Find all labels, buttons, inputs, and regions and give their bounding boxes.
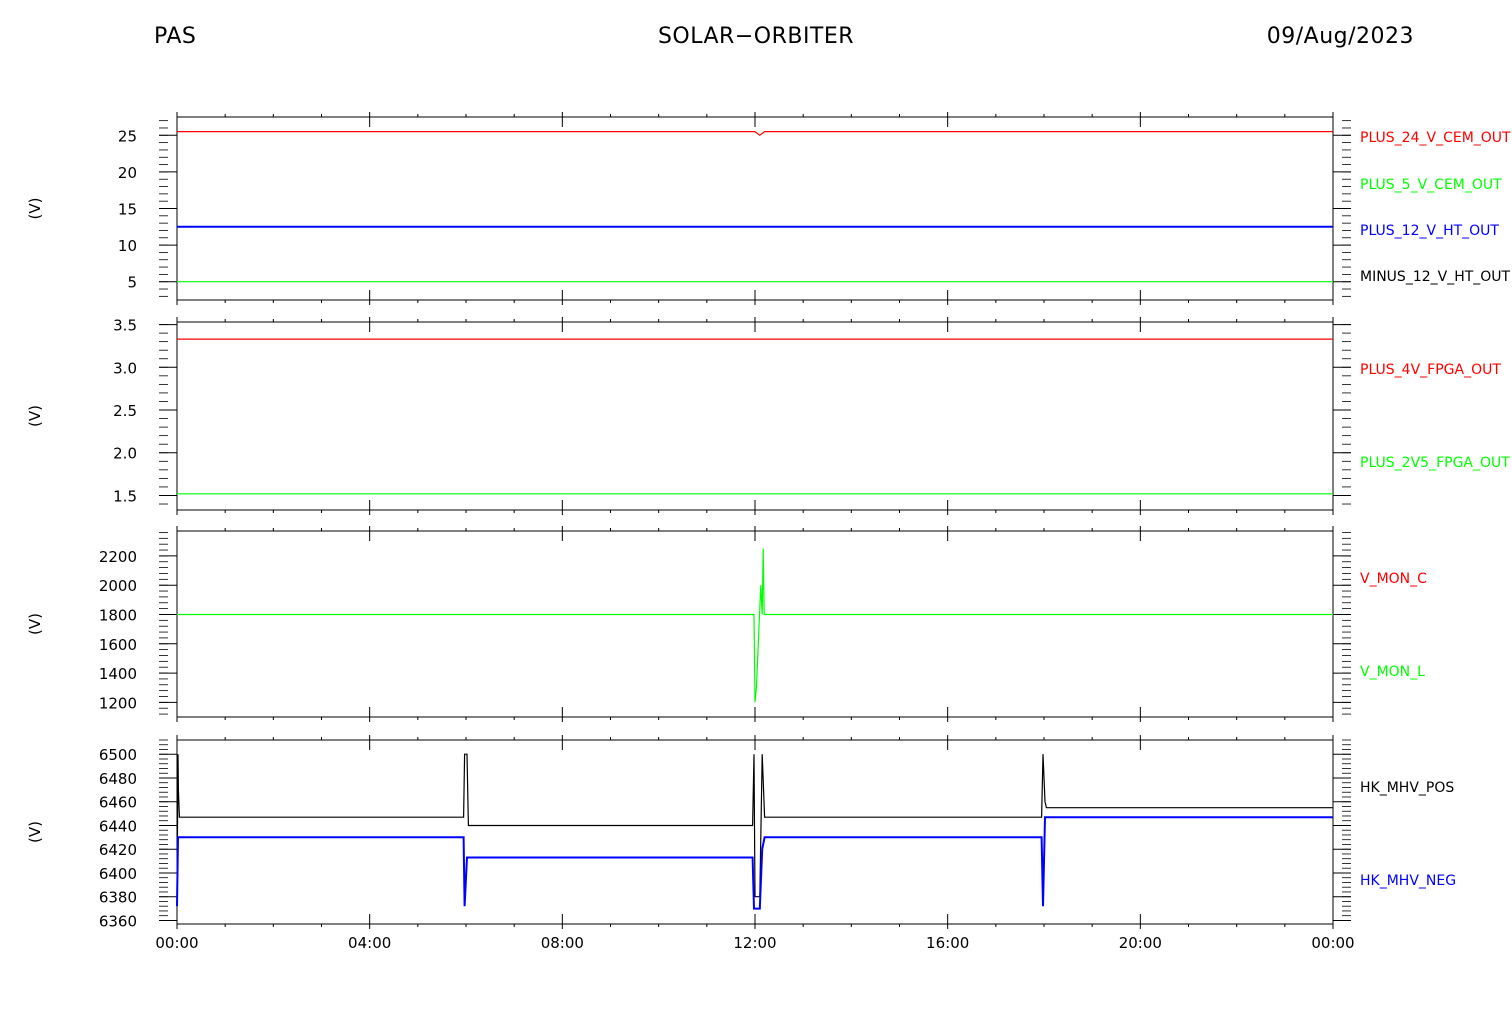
legend-minus-12-v-ht-out: MINUS_12_V_HT_OUT bbox=[1360, 269, 1511, 285]
y-tick-label: 5 bbox=[127, 274, 137, 292]
y-axis-label: (V) bbox=[26, 198, 44, 220]
y-tick-label: 6500 bbox=[99, 746, 137, 764]
panel-3: 1200 1400 1600 1800 2000 2200 (V) V_MON_C V_MON_… bbox=[26, 526, 1427, 722]
y-tick-label: 1.5 bbox=[113, 487, 137, 505]
x-tick-label: 20:00 bbox=[1119, 934, 1162, 952]
y-tick-label: 6420 bbox=[99, 841, 137, 859]
x-tick-label: 00:00 bbox=[1311, 934, 1354, 952]
legend-plus-2v5-fpga-out: PLUS_2V5_FPGA_OUT bbox=[1360, 455, 1510, 471]
x-tick-label: 16:00 bbox=[926, 934, 969, 952]
legend-plus-5-v-cem-out: PLUS_5_V_CEM_OUT bbox=[1360, 177, 1502, 193]
legend-plus-12-v-ht-out: PLUS_12_V_HT_OUT bbox=[1360, 223, 1499, 239]
x-tick-label: 08:00 bbox=[541, 934, 584, 952]
legend-hk-mhv-neg: HK_MHV_NEG bbox=[1360, 873, 1456, 889]
legend-v-mon-l: V_MON_L bbox=[1360, 664, 1425, 680]
series-line-plus-24-v-cem-out bbox=[177, 131, 1333, 137]
y-tick-label: 1800 bbox=[99, 606, 137, 624]
y-tick-label: 2000 bbox=[99, 577, 137, 595]
y-axis-label: (V) bbox=[26, 821, 44, 843]
y-tick-label: 6460 bbox=[99, 794, 137, 812]
panel-4: 6360 6380 6400 6420 6440 6460 6480 6500 (V) HK_MH… bbox=[26, 735, 1456, 952]
series-line-v-mon-l bbox=[177, 548, 1333, 703]
y-tick-label: 6440 bbox=[99, 817, 137, 835]
y-tick-label: 10 bbox=[118, 237, 137, 255]
y-tick-label: 25 bbox=[118, 127, 137, 145]
x-tick-label: 00:00 bbox=[155, 934, 198, 952]
y-tick-label: 6480 bbox=[99, 770, 137, 788]
plot-frame bbox=[176, 116, 1334, 301]
series-line-hk-mhv-pos bbox=[176, 753, 1333, 898]
x-tick-label: 04:00 bbox=[348, 934, 391, 952]
panel-2: 1.5 2.0 2.5 3.0 3.5 (V) PLUS_4V_FPGA_OUT PLUS_2… bbox=[26, 317, 1510, 515]
y-tick-label: 2200 bbox=[99, 548, 137, 566]
y-tick-label: 6400 bbox=[99, 865, 137, 883]
y-tick-label: 2.5 bbox=[113, 402, 137, 420]
y-axis-label: (V) bbox=[26, 613, 44, 635]
y-tick-label: 6380 bbox=[99, 889, 137, 907]
y-tick-label: 1200 bbox=[99, 694, 137, 712]
housekeeping-plots: 5 10 15 20 25 (V) PLUS_24_V_CEM_OUT PLUS_5_V_CE… bbox=[26, 112, 1511, 952]
legend-hk-mhv-pos: HK_MHV_POS bbox=[1360, 780, 1454, 796]
y-tick-label: 20 bbox=[118, 164, 137, 182]
panel-1: 5 10 15 20 25 (V) PLUS_24_V_CEM_OUT PLUS_5_V_CE… bbox=[26, 112, 1511, 305]
y-tick-label: 6360 bbox=[99, 912, 137, 930]
y-axis-label: (V) bbox=[26, 405, 44, 427]
legend-v-mon-c: V_MON_C bbox=[1360, 571, 1427, 587]
y-tick-label: 15 bbox=[118, 201, 137, 219]
y-tick-label: 1600 bbox=[99, 636, 137, 654]
y-tick-label: 1400 bbox=[99, 665, 137, 683]
y-tick-label: 3.5 bbox=[113, 317, 137, 335]
legend-plus-24-v-cem-out: PLUS_24_V_CEM_OUT bbox=[1360, 130, 1511, 146]
legend-plus-4v-fpga-out: PLUS_4V_FPGA_OUT bbox=[1360, 362, 1501, 378]
y-tick-label: 2.0 bbox=[113, 445, 137, 463]
plot-frame bbox=[176, 321, 1334, 511]
x-tick-label: 12:00 bbox=[733, 934, 776, 952]
y-tick-label: 3.0 bbox=[113, 359, 137, 377]
